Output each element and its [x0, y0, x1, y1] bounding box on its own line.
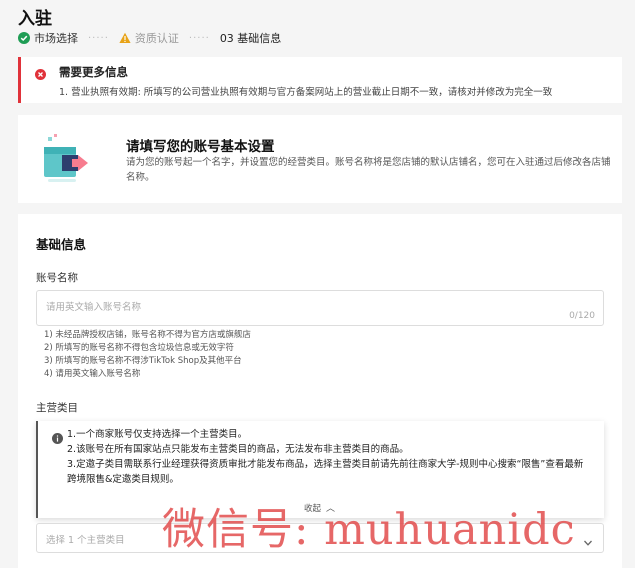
watermark: 微信号: muhuanidc — [162, 505, 576, 555]
hint-item: 3) 所填写的账号名称不得涉TikTok Shop及其他平台 — [44, 356, 242, 366]
alert-body: 1. 营业执照有效期: 所填写的公司营业执照有效期与官方备案网站上的营业截止日期… — [59, 87, 553, 98]
alert-title: 需要更多信息 — [59, 65, 128, 79]
error-circle-icon — [35, 65, 46, 80]
step-label: 03 基础信息 — [219, 32, 282, 45]
check-circle-icon — [18, 32, 30, 44]
warning-triangle-icon — [119, 32, 131, 44]
error-alert: 需要更多信息 1. 营业执照有效期: 所填写的公司营业执照有效期与官方备案网站上… — [18, 57, 622, 103]
chevron-down-icon — [583, 533, 593, 546]
account-name-input[interactable]: 请用英文输入账号名称 0/120 — [36, 290, 604, 326]
step-basic-info[interactable]: 03 基础信息 — [220, 30, 282, 46]
notice-line: 2.该账号在所有国家站点只能发布主营类目的商品，无法发布非主营类目的商品。 — [67, 444, 409, 455]
account-name-label: 账号名称 — [36, 272, 78, 284]
step-separator: ····· — [88, 32, 109, 44]
main-category-placeholder: 选择 1 个主营类目 — [46, 535, 125, 546]
intro-card: 请填写您的账号基本设置 请为您的账号起一个名字，并设置您的经营类目。账号名称将是… — [18, 115, 622, 203]
step-qualification[interactable]: 资质认证 — [119, 30, 179, 46]
notice-line: 3.定邀子类目需联系行业经理获得资质审批才能发布商品，选择主营类目前请先前往商家… — [67, 459, 584, 485]
shop-illustration-icon — [42, 133, 98, 185]
account-name-hints: 1) 未经品牌授权店铺，账号名称不得为官方店或旗舰店 2) 所填写的账号名称不得… — [44, 329, 251, 381]
hint-item: 4) 请用英文输入账号名称 — [44, 369, 141, 379]
main-category-label: 主营类目 — [36, 402, 78, 414]
step-market-selection[interactable]: 市场选择 — [18, 30, 78, 46]
step-label: 资质认证 — [134, 32, 179, 45]
page-title: 入驻 — [18, 9, 52, 29]
hint-item: 2) 所填写的账号名称不得包含垃圾信息或无效字符 — [44, 343, 234, 353]
notice-line: 1.一个商家账号仅支持选择一个主营类目。 — [67, 429, 248, 440]
info-circle-icon — [52, 429, 63, 444]
account-name-placeholder: 请用英文输入账号名称 — [46, 302, 142, 313]
step-separator: ····· — [188, 32, 210, 44]
char-counter: 0/120 — [569, 311, 595, 321]
hint-item: 1) 未经品牌授权店铺，账号名称不得为官方店或旗舰店 — [44, 330, 251, 340]
step-label: 市场选择 — [34, 32, 78, 45]
intro-description: 请为您的账号起一个名字，并设置您的经营类目。账号名称将是您店铺的默认店铺名，您可… — [126, 157, 611, 183]
section-title: 基础信息 — [36, 237, 87, 252]
intro-title: 请填写您的账号基本设置 — [126, 139, 275, 155]
step-progress: 市场选择 ····· 资质认证 ····· 03 基础信息 — [18, 30, 281, 46]
